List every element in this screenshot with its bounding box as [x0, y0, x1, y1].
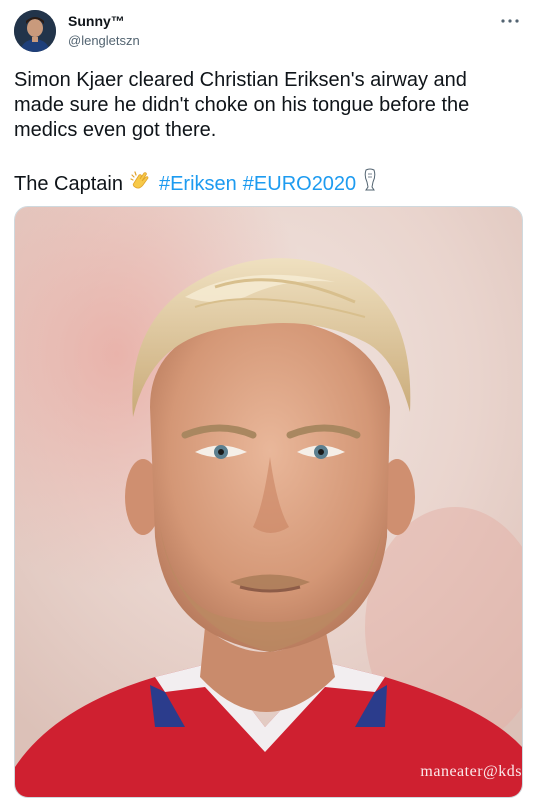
user-handle[interactable]: @lengletszn: [68, 33, 140, 48]
tweet-text-line1: Simon Kjaer cleared Christian Eriksen's …: [14, 69, 470, 141]
hashtag-euro2020[interactable]: #EURO2020: [243, 172, 356, 197]
hashtag-eriksen[interactable]: #Eriksen: [159, 172, 237, 197]
portrait-photo: [15, 207, 522, 797]
tweet-text-line2: The Captain #Eriksen #EURO2020: [14, 168, 514, 201]
tweet-photo[interactable]: maneater@kds: [14, 206, 523, 798]
clapping-hands-emoji: [129, 169, 153, 200]
photo-watermark: maneater@kds: [420, 763, 522, 780]
more-horizontal-icon[interactable]: [499, 10, 521, 32]
trophy-emoji: [362, 168, 378, 201]
user-avatar-icon[interactable]: [14, 10, 56, 52]
tweet-text: Simon Kjaer cleared Christian Eriksen's …: [14, 68, 514, 201]
tweet-text-prefix: The Captain: [14, 173, 123, 195]
tweet-card: Sunny™ @lengletszn Simon Kjaer cleared C…: [0, 0, 535, 798]
display-name[interactable]: Sunny™: [68, 13, 125, 29]
